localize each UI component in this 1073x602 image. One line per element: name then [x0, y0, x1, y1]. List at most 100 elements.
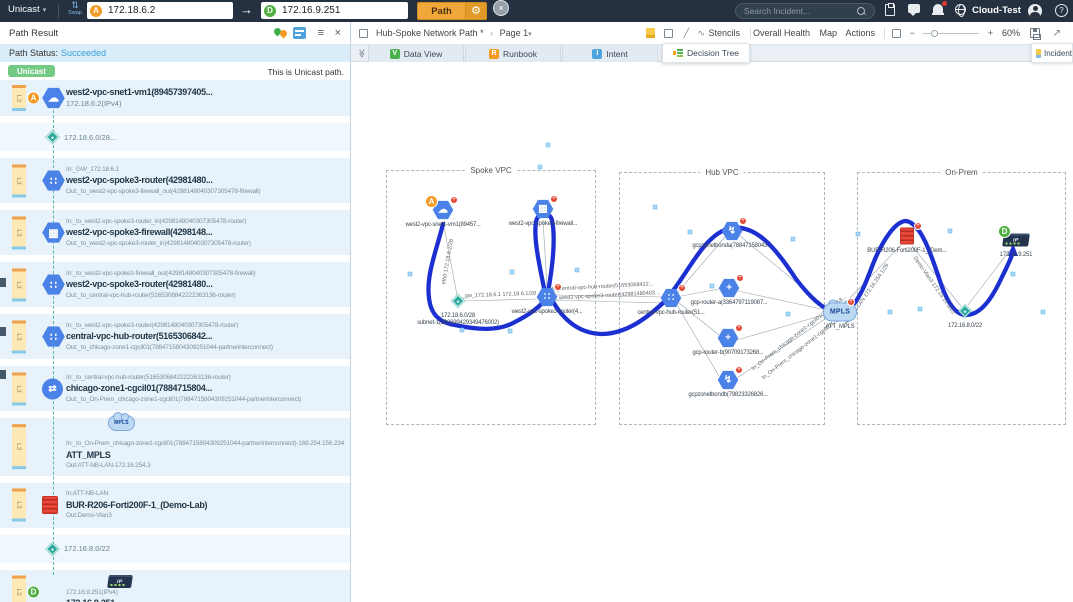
hop-out-interface: Out:_to_On-Prem_chicago-zone1-cgcil01(78…: [66, 395, 346, 405]
stencils-button[interactable]: Stencils: [708, 28, 740, 38]
subnet-diamond-icon: [454, 297, 463, 306]
close-path-bar-button[interactable]: ×: [493, 0, 509, 16]
map-menu-button[interactable]: Map: [819, 28, 837, 38]
swap-button[interactable]: ⇅Swap: [65, 1, 85, 17]
router-icon: ∷: [42, 326, 65, 347]
destination-ip-input[interactable]: D 172.16.9.251: [261, 2, 408, 19]
unicast-badge: Unicast: [8, 65, 55, 77]
map-tabs-row: ≫ V Data View R Runbook I Intent Decisio…: [351, 45, 1073, 62]
tab-data-view[interactable]: V Data View: [368, 45, 464, 62]
alert-badge-icon: +: [736, 274, 744, 282]
avatar[interactable]: [1028, 4, 1042, 18]
hop-device-name: ATT_MPLS: [66, 449, 346, 461]
group-box-on-prem: On-Prem: [857, 172, 1066, 425]
incident-button[interactable]: Incident: [1031, 43, 1073, 63]
zoom-slider[interactable]: [923, 33, 979, 34]
menu-icon[interactable]: ≡: [318, 27, 324, 39]
expand-map-icon[interactable]: [359, 29, 368, 38]
layer-tag: L3: [12, 164, 26, 197]
layer-tag: L3: [12, 320, 26, 353]
router-icon: ∷: [42, 274, 65, 295]
page-selector[interactable]: Page 1: [500, 28, 529, 38]
subnet-icon: [48, 133, 57, 142]
alert-badge-icon: +: [847, 298, 855, 306]
layer-tag: L3: [12, 372, 26, 405]
close-icon[interactable]: ×: [335, 27, 341, 39]
tab-decision-tree[interactable]: Decision Tree: [662, 43, 750, 63]
router-icon: ∷: [537, 288, 558, 307]
zoom-in-button[interactable]: +: [988, 28, 993, 38]
shape-tool-icon[interactable]: [664, 29, 673, 38]
selection-handle[interactable]: [538, 165, 542, 169]
collapsed-panel-mark[interactable]: [0, 370, 6, 379]
map-view-icon[interactable]: [293, 27, 306, 39]
zoom-level[interactable]: 60%: [1002, 28, 1020, 38]
source-badge: A: [90, 5, 102, 17]
firewall-icon: ▦: [533, 200, 554, 219]
map-node-label: 172.16.8.0/22: [905, 323, 1025, 329]
zoom-slider-knob[interactable]: [931, 30, 938, 37]
alert-badge-icon: +: [550, 195, 558, 203]
line-tool-icon[interactable]: ╱: [684, 28, 689, 39]
zoom-out-button[interactable]: −: [910, 28, 915, 38]
fit-to-screen-icon[interactable]: [892, 29, 901, 38]
search-icon: [857, 7, 866, 16]
curve-tool-icon[interactable]: ∿: [697, 28, 705, 39]
path-mode-value: Unicast: [8, 4, 40, 15]
export-icon[interactable]: ↗: [1053, 28, 1061, 39]
intent-icon: I: [592, 49, 602, 59]
chat-icon[interactable]: [908, 4, 920, 13]
chevron-down-icon: ▾: [43, 7, 47, 14]
collapsed-panel-mark[interactable]: [0, 278, 6, 287]
subnet-icon: [48, 544, 57, 553]
hop-device-name: chicago-zone1-cgcil01(7884715804...: [66, 382, 346, 394]
top-bar: Unicast▾ ⇅Swap A 172.18.6.2 → D 172.16.9…: [0, 0, 1073, 22]
fortinet-firewall-icon: [900, 228, 914, 245]
overall-health-button[interactable]: Overall Health: [753, 28, 810, 38]
path-settings-gear-icon[interactable]: ⚙: [465, 2, 487, 20]
map-node-label: 172.16.9.251: [956, 252, 1073, 258]
network-label: 172.18.6.0/28...: [64, 133, 116, 142]
path-mode-dropdown[interactable]: Unicast▾: [8, 4, 46, 15]
switch-device-icon: IP: [107, 575, 133, 588]
direction-arrow-icon: →: [240, 2, 253, 17]
destination-badge: D: [998, 225, 1011, 238]
notifications-bell-icon[interactable]: [933, 4, 943, 13]
destination-ip-value: 172.16.9.251: [282, 5, 340, 16]
path-status-row: Path Status:Succeeded: [0, 45, 350, 62]
firewall-icon: ▦: [42, 222, 65, 243]
tasks-icon[interactable]: [885, 4, 895, 16]
path-button[interactable]: Path: [417, 2, 465, 20]
help-icon[interactable]: ?: [1055, 4, 1068, 17]
tab-runbook[interactable]: R Runbook: [465, 45, 561, 62]
map-node-sublabel: subnet-1(290699429349476002): [398, 320, 518, 326]
map-node-label: gcp-router-a(3364797119087...: [669, 300, 789, 306]
hop-device-name: BUR-R206-Forti200F-1_(Demo-Lab): [66, 499, 346, 511]
incident-search-input[interactable]: Search Incident...: [735, 3, 875, 19]
layer-tag: L3: [12, 216, 26, 249]
collapse-tabs-icon[interactable]: ≫: [356, 49, 367, 58]
hop-in-interface: 172.16.9.251(IPv4): [66, 588, 346, 598]
panel-title: Path Result: [9, 28, 58, 39]
group-box-spoke-vpc: Spoke VPC: [386, 170, 596, 425]
route-pins-icon[interactable]: [274, 27, 288, 39]
collapsed-panel-mark[interactable]: [0, 327, 6, 336]
save-icon[interactable]: [1030, 28, 1040, 38]
map-node-label: gcpzonetbondb(79823326826...: [668, 392, 788, 398]
map-toolbar: Hub-Spoke Network Path * › Page 1▾ ╱ ∿ S…: [351, 22, 1073, 45]
actions-menu-button[interactable]: Actions: [845, 28, 875, 38]
account-domain-label[interactable]: Cloud-Test: [972, 5, 1021, 16]
incident-icon: [1036, 49, 1041, 58]
network-label: 172.16.8.0/22: [64, 544, 110, 553]
globe-icon[interactable]: [955, 4, 966, 15]
hop-out-interface: Out:Demo-Vlan3: [66, 511, 346, 521]
hop-device-name: 172.16.9.251: [66, 597, 346, 602]
hop-device-name: west2-vpc-spoke3-router(42981480...: [66, 174, 346, 186]
source-ip-input[interactable]: A 172.18.6.2: [87, 2, 233, 19]
selection-handle[interactable]: [546, 143, 550, 147]
map-node-label: BUR-R206-Forti200F-1_(Dem...: [847, 248, 967, 254]
source-ip-value: 172.18.6.2: [108, 5, 155, 16]
alert-badge-icon: +: [450, 196, 458, 204]
tab-intent[interactable]: I Intent: [562, 45, 658, 62]
note-tool-icon[interactable]: [646, 28, 655, 38]
